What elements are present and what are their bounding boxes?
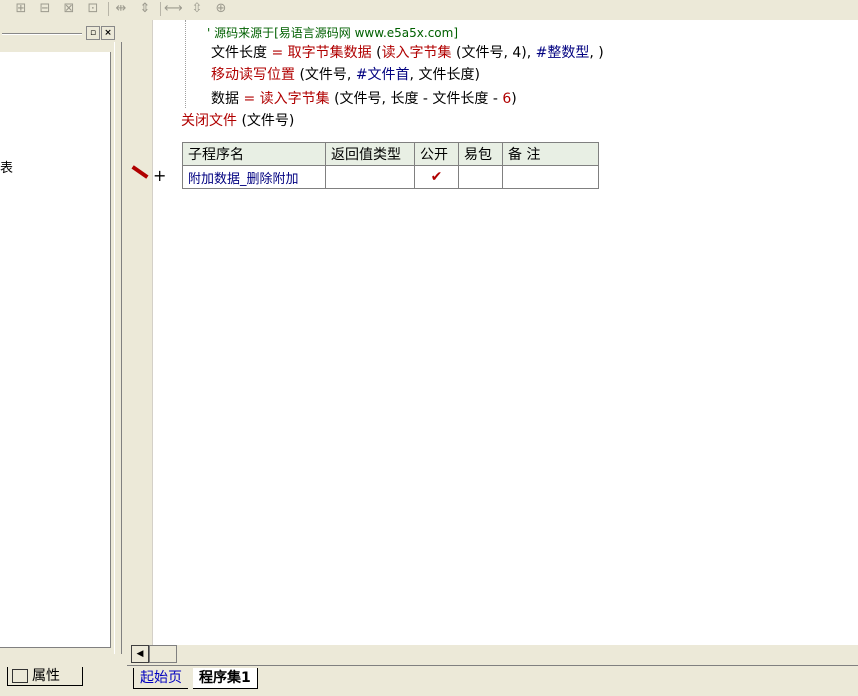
code-line-5[interactable]: 关闭文件 (文件号) (181, 112, 294, 130)
table-header-row: 子程序名 返回值类型 公开 易包 备 注 (182, 142, 599, 166)
var-name: 文件长度 (211, 45, 267, 61)
tab-properties-label: 属性 (32, 668, 60, 684)
arguments: (文件号, 4), (451, 45, 536, 61)
panel-tabs: 属性 (0, 665, 124, 693)
align-center-icon[interactable]: ⊟ (36, 1, 54, 17)
return-type-cell[interactable] (325, 165, 415, 189)
tab-start-page[interactable]: 起始页 (133, 668, 188, 689)
code-area[interactable]: ' 源码来源于[易语言源码网 www.e5a5x.com] 文件长度 = 取字节… (127, 20, 858, 645)
table-row[interactable]: 附加数据_删除附加 ✔ (182, 165, 599, 189)
public-check-icon[interactable]: ✔ (414, 165, 459, 189)
function-name: 取字节集数据 (287, 45, 372, 61)
same-size-icon[interactable]: ⊕ (212, 1, 230, 17)
same-width-icon[interactable]: ⟷ (164, 1, 183, 17)
arguments: (文件号, (295, 67, 356, 83)
sub-name-cell[interactable]: 附加数据_删除附加 (182, 165, 326, 189)
paren: ( (371, 45, 382, 61)
number-literal: 6 (502, 91, 512, 107)
toolbar-separator (160, 2, 161, 16)
left-panel: ▫ × 表 属性 (0, 20, 124, 686)
expand-plus-icon[interactable]: + (153, 166, 166, 185)
same-height-icon[interactable]: ⇳ (188, 1, 206, 17)
header-return-type: 返回值类型 (325, 142, 415, 166)
package-cell[interactable] (458, 165, 503, 189)
operator: = (267, 45, 288, 61)
close-icon[interactable]: × (101, 26, 115, 40)
var-name: 数据 (211, 91, 239, 107)
align-middle-icon[interactable]: ⊡ (84, 1, 102, 17)
constant: #文件首 (355, 67, 410, 83)
function-name: 移动读写位置 (211, 67, 295, 83)
panel-splitter[interactable] (114, 42, 122, 654)
scroll-left-arrow-icon[interactable]: ◀ (131, 645, 149, 663)
tab-properties[interactable]: 属性 (7, 667, 83, 686)
edit-marker-icon (131, 165, 149, 179)
document-tabs: 起始页 程序集1 (127, 665, 858, 696)
arguments-end: , 文件长度) (409, 67, 480, 83)
constant: #整数型 (535, 45, 590, 61)
space-vertical-icon[interactable]: ⇕ (136, 1, 154, 17)
toolbar: ⊞ ⊟ ⊠ ⊡ ⇹ ⇕ ⟷ ⇳ ⊕ (0, 0, 858, 20)
horizontal-scrollbar[interactable]: ◀ (127, 645, 858, 663)
header-note: 备 注 (502, 142, 599, 166)
panel-content (0, 52, 111, 648)
note-cell[interactable] (502, 165, 599, 189)
code-line-2[interactable]: 文件长度 = 取字节集数据 (读入字节集 (文件号, 4), #整数型, ) (211, 44, 604, 62)
function-name: 读入字节集 (381, 45, 452, 61)
toolbar-separator (108, 2, 109, 16)
properties-icon (12, 669, 28, 683)
paren-close: , ) (589, 45, 604, 61)
header-public: 公开 (414, 142, 459, 166)
panel-grip[interactable] (2, 33, 82, 35)
header-package: 易包 (458, 142, 503, 166)
panel-partial-text: 表 (0, 161, 14, 176)
space-horizontal-icon[interactable]: ⇹ (112, 1, 130, 17)
comment-text: ' 源码来源于[易语言源码网 www.e5a5x.com] (207, 26, 458, 40)
header-sub-name: 子程序名 (182, 142, 326, 166)
code-line-comment[interactable]: ' 源码来源于[易语言源码网 www.e5a5x.com] (207, 24, 458, 42)
code-line-3[interactable]: 移动读写位置 (文件号, #文件首, 文件长度) (211, 66, 480, 84)
tab-program-set[interactable]: 程序集1 (193, 668, 258, 689)
function-name: 关闭文件 (181, 113, 237, 129)
arguments: (文件号) (237, 113, 295, 129)
operator: = (239, 91, 260, 107)
function-name: 读入字节集 (259, 91, 330, 107)
code-line-4[interactable]: 数据 = 读入字节集 (文件号, 长度 - 文件长度 - 6) (211, 90, 517, 108)
align-left-icon[interactable]: ⊞ (12, 1, 30, 17)
code-editor[interactable]: ' 源码来源于[易语言源码网 www.e5a5x.com] 文件长度 = 取字节… (127, 20, 858, 645)
scroll-track[interactable] (149, 645, 177, 663)
align-top-icon[interactable]: ⊠ (60, 1, 78, 17)
subroutine-table: 子程序名 返回值类型 公开 易包 备 注 附加数据_删除附加 ✔ (182, 142, 599, 189)
arguments: (文件号, 长度 - 文件长度 - (329, 91, 503, 107)
panel-titlebar: ▫ × (0, 26, 118, 40)
restore-icon[interactable]: ▫ (86, 26, 100, 40)
block-guide (185, 20, 186, 108)
paren-close: ) (511, 91, 517, 107)
